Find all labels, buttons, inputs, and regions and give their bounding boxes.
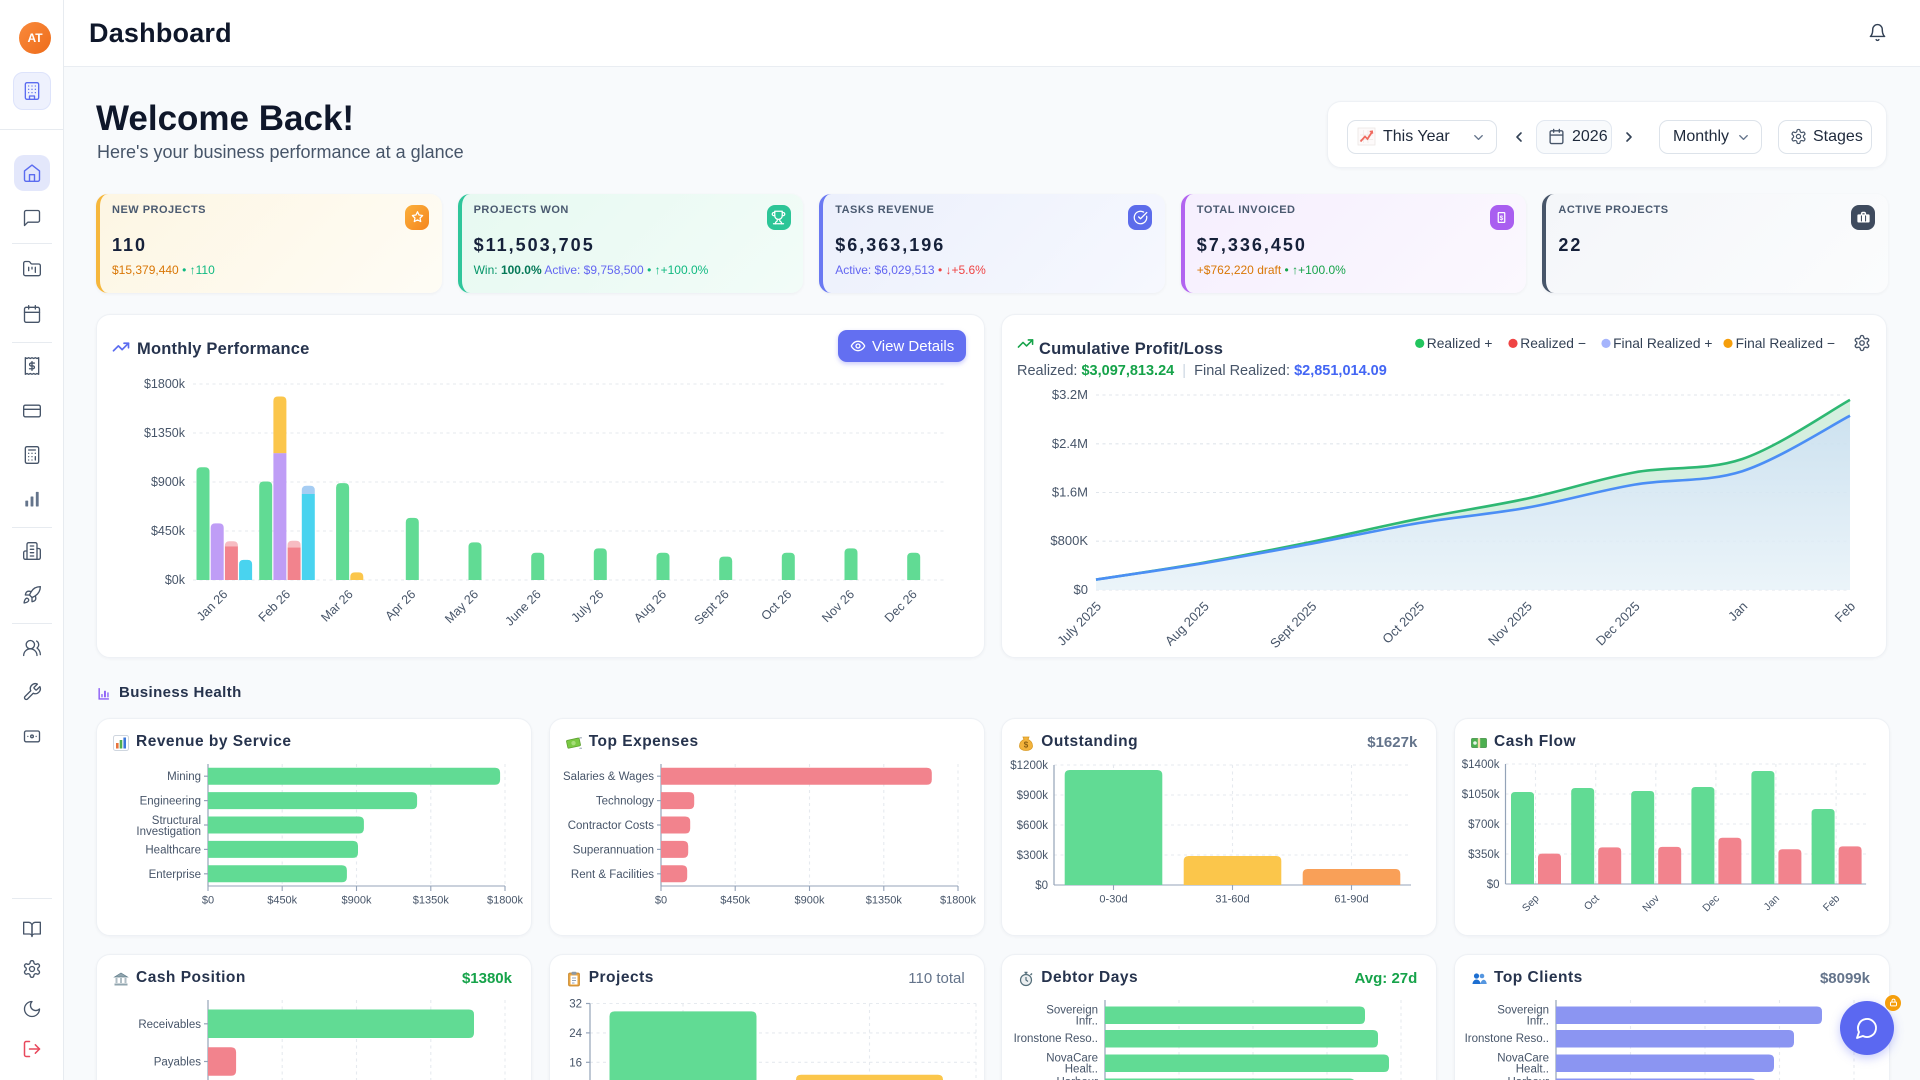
svg-text:Salaries & Wages: Salaries & Wages	[563, 771, 654, 783]
svg-text:Engineering: Engineering	[140, 796, 201, 808]
svg-text:May 26: May 26	[442, 587, 481, 626]
svg-text:31-60d: 31-60d	[1216, 894, 1250, 906]
svg-text:$1200k: $1200k	[1011, 760, 1049, 772]
svg-text:$0: $0	[655, 895, 667, 907]
svg-text:Superannuation: Superannuation	[572, 844, 653, 856]
svg-text:Harbour: Harbour	[1507, 1077, 1549, 1080]
svg-text:$450k: $450k	[720, 895, 750, 907]
svg-text:Aug 2025: Aug 2025	[1162, 599, 1212, 649]
svg-text:Dec 26: Dec 26	[882, 587, 920, 625]
svg-text:Infr..: Infr..	[1527, 1016, 1549, 1028]
svg-text:Healt..: Healt..	[1065, 1064, 1098, 1076]
svg-text:Payables: Payables	[154, 1057, 202, 1069]
svg-text:$0: $0	[1036, 880, 1049, 892]
svg-text:$1050k: $1050k	[1462, 789, 1500, 801]
svg-text:June 26: June 26	[502, 587, 543, 628]
svg-text:24: 24	[569, 1028, 582, 1040]
svg-text:$1800k: $1800k	[487, 895, 524, 907]
svg-text:Nov 2025: Nov 2025	[1485, 599, 1535, 649]
svg-text:$800K: $800K	[1050, 533, 1088, 548]
svg-text:Healt..: Healt..	[1516, 1064, 1549, 1076]
svg-text:Oct: Oct	[1582, 893, 1602, 913]
svg-text:$900k: $900k	[342, 895, 372, 907]
svg-text:$700k: $700k	[1468, 819, 1500, 831]
svg-text:$350k: $350k	[1468, 849, 1500, 861]
svg-text:$300k: $300k	[1017, 850, 1049, 862]
svg-text:Jan: Jan	[1762, 893, 1783, 914]
svg-text:Mar 26: Mar 26	[318, 587, 355, 624]
svg-text:Aug 26: Aug 26	[631, 587, 669, 625]
svg-text:$1350k: $1350k	[865, 895, 902, 907]
svg-text:Oct 26: Oct 26	[758, 587, 794, 623]
svg-text:Sept 26: Sept 26	[691, 587, 731, 627]
svg-text:$2.4M: $2.4M	[1052, 436, 1088, 451]
svg-text:$900k: $900k	[1017, 790, 1049, 802]
svg-text:Feb: Feb	[1832, 599, 1858, 625]
svg-text:Dec: Dec	[1700, 893, 1722, 915]
svg-text:Rent & Facilities: Rent & Facilities	[571, 869, 654, 881]
svg-text:16: 16	[569, 1057, 582, 1069]
svg-text:Receivables: Receivables	[138, 1019, 201, 1031]
svg-text:$: $	[1500, 215, 1504, 222]
svg-text:Nov: Nov	[1640, 892, 1662, 914]
svg-text:$900k: $900k	[151, 475, 186, 489]
svg-text:Apr 26: Apr 26	[382, 587, 418, 623]
svg-text:Mining: Mining	[167, 771, 201, 783]
svg-text:0-30d: 0-30d	[1100, 894, 1128, 906]
svg-text:$1400k: $1400k	[1462, 759, 1500, 771]
svg-text:Jan 26: Jan 26	[194, 587, 230, 623]
svg-text:Jan: Jan	[1725, 599, 1750, 624]
svg-text:Sep: Sep	[1520, 893, 1542, 915]
svg-text:$0: $0	[202, 895, 214, 907]
svg-text:Investigation: Investigation	[136, 826, 201, 838]
svg-text:Oct 2025: Oct 2025	[1379, 599, 1427, 647]
svg-text:$3.2M: $3.2M	[1052, 387, 1088, 402]
svg-text:61-90d: 61-90d	[1335, 894, 1369, 906]
svg-text:$600k: $600k	[1017, 820, 1049, 832]
svg-text:$0: $0	[1487, 879, 1500, 891]
svg-text:Harbour: Harbour	[1057, 1077, 1099, 1080]
svg-text:Healthcare: Healthcare	[145, 844, 201, 856]
svg-text:Ironstone Reso..: Ironstone Reso..	[1014, 1033, 1098, 1045]
svg-text:$0: $0	[1074, 582, 1088, 597]
svg-text:Enterprise: Enterprise	[149, 869, 201, 881]
svg-text:Ironstone Reso..: Ironstone Reso..	[1465, 1033, 1549, 1045]
svg-text:Dec 2025: Dec 2025	[1593, 599, 1643, 649]
svg-text:$1350k: $1350k	[413, 895, 450, 907]
svg-text:$450k: $450k	[151, 524, 186, 538]
svg-text:Feb: Feb	[1821, 893, 1842, 914]
svg-text:Sept 2025: Sept 2025	[1267, 599, 1320, 652]
svg-text:Nov 26: Nov 26	[819, 587, 857, 625]
svg-text:Infr..: Infr..	[1076, 1016, 1098, 1028]
svg-text:$1800k: $1800k	[144, 377, 186, 391]
svg-text:July 2025: July 2025	[1054, 599, 1104, 649]
svg-text:Feb 26: Feb 26	[256, 587, 293, 624]
svg-text:$1800k: $1800k	[940, 895, 977, 907]
svg-text:Technology: Technology	[596, 796, 654, 808]
svg-text:$450k: $450k	[267, 895, 297, 907]
svg-text:July 26: July 26	[569, 587, 607, 625]
svg-text:Contractor Costs: Contractor Costs	[567, 820, 654, 832]
svg-text:32: 32	[569, 999, 582, 1011]
svg-text:$0k: $0k	[165, 573, 186, 587]
svg-text:$1350k: $1350k	[144, 426, 186, 440]
svg-text:$900k: $900k	[794, 895, 824, 907]
svg-text:$1.6M: $1.6M	[1052, 485, 1088, 500]
